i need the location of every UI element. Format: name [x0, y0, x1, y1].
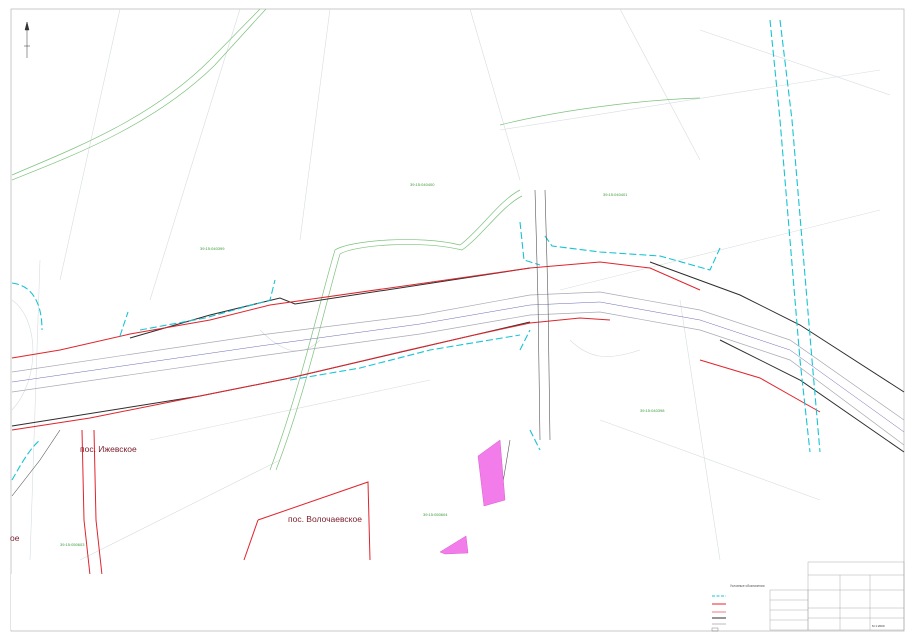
scale-label: М 1:2000 [872, 624, 885, 628]
settlement-label-izhevskoe: пос. Ижевское [80, 444, 137, 454]
bottom-blank-area [11, 574, 806, 630]
cadastral-label: 39:15:040400 [410, 182, 435, 187]
cadastral-label: 39:15:050604 [423, 512, 448, 517]
cadastral-label: 39:15:040401 [603, 192, 628, 197]
map-sheet: пос. Ижевское пос. Волочаевское ое 39:15… [0, 0, 905, 640]
legend-heading: Условные обозначения [730, 584, 765, 588]
settlement-label-volochaevskoe: пос. Волочаевское [288, 514, 362, 524]
cadastral-label: 39:15:040399 [200, 246, 225, 251]
page-background [0, 0, 905, 640]
cadastral-label: 39:15:050603 [60, 542, 85, 547]
cadastral-label: 39:15:040398 [640, 408, 665, 413]
settlement-label-cut-off: ое [10, 533, 20, 543]
